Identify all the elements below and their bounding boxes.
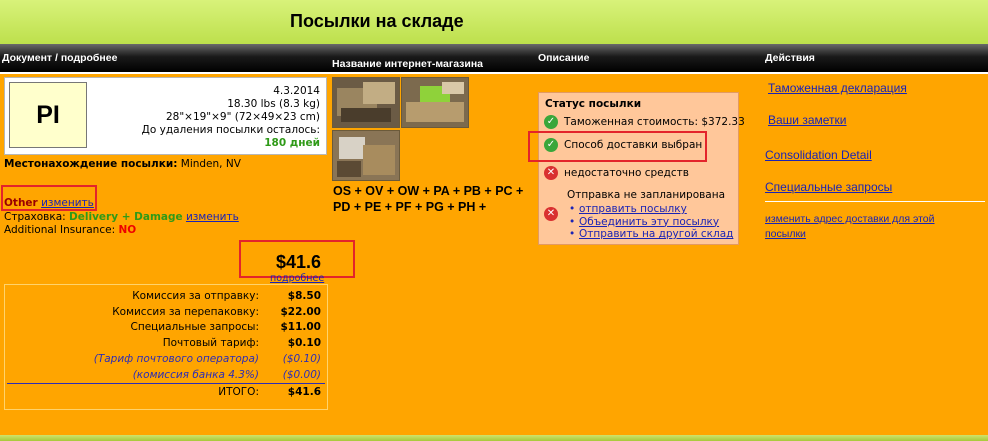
fees-table: Комиссия за отправку: $8.50 Комиссия за пе… <box>4 284 328 410</box>
change-address-link[interactable]: изменить адрес доставки для этой посылки <box>765 212 965 242</box>
fee-label: Специальные запросы: <box>130 321 260 334</box>
status-customs-row: ✓ Таможенная стоимость: $372.33 <box>544 115 745 129</box>
shipping-method: Other <box>4 197 38 209</box>
bottom-bar <box>0 435 988 441</box>
table-header: Документ / подробнее Название интернет-м… <box>0 44 988 74</box>
parcel-photo-image <box>333 78 399 127</box>
insufficient-funds: недостаточно средств <box>564 167 689 179</box>
fee-value: $41.6 <box>269 382 325 400</box>
page-title: Посылки на складе <box>290 11 464 31</box>
insurance-value: Delivery + Damage <box>69 211 183 223</box>
status-title: Статус посылки <box>545 98 642 110</box>
not-scheduled: Отправка не запланирована <box>567 189 726 201</box>
parcel-location: Местонахождение посылки: Minden, NV <box>4 158 241 170</box>
total-amount: $41.6 <box>276 252 322 272</box>
removal-label: До удаления посылки осталось: <box>141 124 320 136</box>
send-parcel-link[interactable]: отправить посылку <box>579 203 687 215</box>
parcel-date: 4.3.2014 <box>273 85 320 97</box>
additional-insurance-label: Additional Insurance: <box>4 224 116 236</box>
parcel-photo-image <box>333 131 399 180</box>
status-links: отправить посылку Объединить эту посылку… <box>567 203 733 241</box>
column-header-description: Описание <box>538 52 590 64</box>
shop-codes: OS + OV + OW + PA + PB + PC + PD + PE + … <box>333 184 524 214</box>
your-notes-link[interactable]: Ваши заметки <box>768 113 847 127</box>
parcel-status-panel: Статус посылки ✓ Таможенная стоимость: $3… <box>538 92 745 245</box>
parcel-dimensions: 28"×19"×9" (72×49×23 cm) <box>165 111 320 123</box>
fee-label: (Тариф почтового оператора) <box>93 353 259 366</box>
shipping-method-line: Other изменить <box>4 197 94 209</box>
parcel-weight: 18.30 lbs (8.3 kg) <box>227 98 320 110</box>
check-icon: ✓ <box>544 115 558 129</box>
details-link[interactable]: подробнее <box>270 273 324 284</box>
fee-value: $0.10 <box>287 337 321 350</box>
fee-row: (комиссия банка 4.3%) ($0.00) <box>7 367 325 383</box>
fee-label: Почтовый тариф: <box>162 337 259 350</box>
insurance-line: Страховка: Delivery + Damage изменить <box>4 211 239 223</box>
change-shipping-method-link[interactable]: изменить <box>41 197 94 209</box>
fee-value: $8.50 <box>287 289 321 302</box>
title-bar: Посылки на складе <box>0 0 988 45</box>
consolidation-detail-link[interactable]: Consolidation Detail <box>765 148 872 162</box>
additional-insurance-value: NO <box>118 224 137 236</box>
fee-label: Комиссия за перепаковку: <box>112 305 259 318</box>
parcel-photo-image <box>402 78 468 127</box>
column-header-actions: Действия <box>765 52 815 64</box>
fee-row: ИТОГО: $41.6 <box>7 382 325 400</box>
special-requests-link[interactable]: Специальные запросы <box>765 180 892 194</box>
additional-insurance-line: Additional Insurance: NO <box>4 224 136 236</box>
removal-days: 180 дней <box>264 137 320 149</box>
fee-value: ($0.00) <box>282 368 321 381</box>
error-icon: ✕ <box>544 166 558 180</box>
fee-value: ($0.10) <box>282 353 321 366</box>
parcel-photo[interactable] <box>332 77 400 128</box>
consolidate-parcel-link[interactable]: Объединить эту посылку <box>579 216 719 228</box>
send-other-warehouse-link[interactable]: Отправить на другой склад <box>579 228 733 240</box>
status-funds-row: ✕ недостаточно средств <box>544 166 689 180</box>
insurance-label: Страховка: <box>4 211 66 223</box>
fee-value: $11.00 <box>280 321 321 334</box>
error-icon: ✕ <box>544 207 558 221</box>
fee-label: Комиссия за отправку: <box>132 289 259 302</box>
parcel-info: 4.3.2014 18.30 lbs (8.3 kg) 28"×19"×9" (… <box>142 85 320 150</box>
customs-declaration-link[interactable]: Таможенная декларация <box>768 81 907 95</box>
fee-row: Комиссия за отправку: $8.50 <box>7 288 325 304</box>
fee-value: $22.00 <box>280 305 321 318</box>
fee-row: Специальные запросы: $11.00 <box>7 320 325 336</box>
highlight-delivery-selected <box>528 131 707 162</box>
parcel-photo[interactable] <box>332 130 400 181</box>
error-icon-wrapper: ✕ <box>544 207 564 221</box>
change-insurance-link[interactable]: изменить <box>186 211 239 223</box>
parcel-photo[interactable] <box>401 77 469 128</box>
column-header-document: Документ / подробнее <box>2 52 118 64</box>
fee-row: (Тариф почтового оператора) ($0.10) <box>7 351 325 367</box>
parcel-card: PI 4.3.2014 18.30 lbs (8.3 kg) 28"×19"×9… <box>4 77 327 155</box>
fee-label: (комиссия банка 4.3%) <box>132 368 259 381</box>
parcel-logo: PI <box>9 82 87 148</box>
fee-row: Комиссия за перепаковку: $22.00 <box>7 304 325 320</box>
column-header-shop: Название интернет-магазина <box>332 58 484 70</box>
actions-divider <box>765 201 985 202</box>
fee-row: Почтовый тариф: $0.10 <box>7 335 325 351</box>
location-label: Местонахождение посылки: <box>4 158 178 170</box>
fee-label: ИТОГО: <box>7 382 269 400</box>
location-value: Minden, NV <box>180 158 241 170</box>
customs-value: Таможенная стоимость: $372.33 <box>564 116 745 128</box>
